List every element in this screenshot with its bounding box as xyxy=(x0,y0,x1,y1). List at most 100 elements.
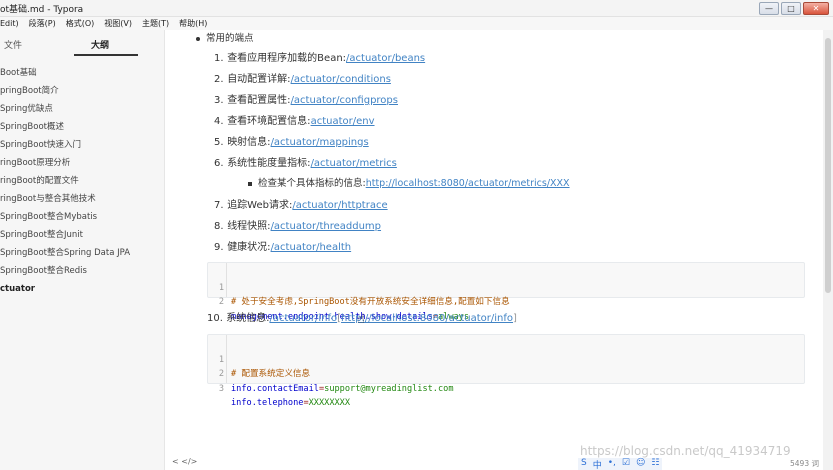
code-line: 2 management.endpoint.health.show-detail… xyxy=(208,281,804,322)
list-item: 1. 查看应用程序加载的Bean:/actuator/beans xyxy=(214,49,425,64)
code-block[interactable]: 1 # 处于安全考虑,SpringBoot没有开放系统安全详细信息,配置如下信息… xyxy=(207,262,805,322)
tab-files[interactable]: 文件 xyxy=(4,38,22,51)
list-number: 7. xyxy=(214,200,224,211)
list-number: 4. xyxy=(214,116,224,127)
metrics-url-link[interactable]: http://localhost:8080/actuator/metrics/X… xyxy=(366,178,570,189)
list-number: 3. xyxy=(214,95,224,106)
list-item: 5. 映射信息:/actuator/mappings xyxy=(214,133,369,148)
endpoint-link[interactable]: /actuator/health xyxy=(271,242,352,253)
sub-item-text: 检查某个具体指标的信息: xyxy=(258,178,366,189)
outline-item[interactable]: ringBoot原理分析 xyxy=(0,154,130,172)
active-tab-indicator xyxy=(74,54,138,56)
list-text: 查看配置属性: xyxy=(227,95,291,106)
outline-item[interactable]: SpringBoot概述 xyxy=(0,118,130,136)
list-text: 健康状况: xyxy=(227,242,271,253)
list-item: 9. 健康状况:/actuator/health xyxy=(214,238,351,253)
outline-item[interactable]: pringBoot简介 xyxy=(0,82,130,100)
outline-item[interactable]: ringBoot的配置文件 xyxy=(0,172,130,190)
menu-edit[interactable]: Edit) xyxy=(0,19,19,28)
code-comment: # 处于安全考虑,SpringBoot没有开放系统安全详细信息,配置如下信息 xyxy=(231,297,510,307)
ime-toolbar: S 中 •, ☑ ☺ ☷ xyxy=(578,458,663,470)
endpoint-link[interactable]: /actuator/threaddump xyxy=(271,221,381,232)
ime-checkbox-icon[interactable]: ☑ xyxy=(622,458,630,470)
info-link[interactable]: /actuator/info xyxy=(269,313,337,324)
endpoint-link[interactable]: /actuator/beans xyxy=(346,53,425,64)
list-number: 2. xyxy=(214,74,224,85)
list-item: 4. 查看环境配置信息:actuator/env xyxy=(214,112,375,127)
maximize-button[interactable]: □ xyxy=(781,2,801,15)
outline-list: Boot基础 pringBoot简介 Spring优缺点 SpringBoot概… xyxy=(0,64,130,298)
menu-theme[interactable]: 主题(T) xyxy=(142,18,169,29)
list-text: 自动配置详解: xyxy=(227,74,291,85)
minimize-button[interactable]: — xyxy=(759,2,779,15)
outline-item[interactable]: SpringBoot整合Junit xyxy=(0,226,130,244)
list-number: 6. xyxy=(214,158,224,169)
endpoint-link[interactable]: /actuator/conditions xyxy=(291,74,391,85)
outline-item[interactable]: Spring优缺点 xyxy=(0,100,130,118)
list-text: 映射信息: xyxy=(227,137,271,148)
watermark-text: https://blog.csdn.net/qq_41934719 xyxy=(580,444,791,458)
sidebar-tabs: 文件 大纲 xyxy=(0,30,164,58)
code-key: info.contactEmail xyxy=(231,383,319,394)
list-item: 8. 线程快照:/actuator/threaddump xyxy=(214,217,381,232)
sub-bullet xyxy=(248,181,252,186)
code-key: info.telephone xyxy=(231,398,304,408)
hand-cursor-icon: ☝ xyxy=(357,312,365,327)
code-block[interactable]: 1 # 配置系统定义信息 2 info.contactEmail=support… xyxy=(207,334,805,409)
menu-format[interactable]: 格式(O) xyxy=(66,18,95,29)
code-line: 1 # 配置系统定义信息 xyxy=(208,338,804,380)
list-number: 8. xyxy=(214,221,224,232)
endpoint-link[interactable]: actuator/env xyxy=(311,116,375,127)
list-number: 9. xyxy=(214,242,224,253)
bullet-item: 常用的端点 xyxy=(196,30,254,44)
source-mode-toggle[interactable]: < </> xyxy=(172,457,197,466)
line-number: 2 xyxy=(218,297,224,307)
code-value: XXXXXXXX xyxy=(308,398,351,408)
list-text: 追踪Web请求: xyxy=(227,200,293,211)
menu-bar: Edit) 段落(P) 格式(O) 视图(V) 主题(T) 帮助(H) xyxy=(0,17,833,30)
sub-list-item: 检查某个具体指标的信息:http://localhost:8080/actuat… xyxy=(248,175,570,189)
ime-chinese-mode[interactable]: 中 xyxy=(593,458,602,470)
vertical-scrollbar[interactable] xyxy=(823,30,833,470)
menu-help[interactable]: 帮助(H) xyxy=(179,18,207,29)
list-number: 10. xyxy=(207,313,223,324)
endpoint-link[interactable]: /actuator/httptrace xyxy=(292,200,387,211)
outline-item[interactable]: SpringBoot整合Spring Data JPA xyxy=(0,244,130,262)
bullet-dot xyxy=(196,36,200,41)
list-item: 6. 系统性能度量指标:/actuator/metrics xyxy=(214,154,397,169)
outline-item-active[interactable]: ctuator xyxy=(0,280,130,298)
word-count[interactable]: 5493 词 xyxy=(790,458,819,469)
editor-content[interactable]: 常用的端点 1. 查看应用程序加载的Bean:/actuator/beans 2… xyxy=(166,30,823,470)
outline-item[interactable]: SpringBoot整合Mybatis xyxy=(0,208,130,226)
list-item: 3. 查看配置属性:/actuator/configprops xyxy=(214,91,398,106)
list-item: 2. 自动配置详解:/actuator/conditions xyxy=(214,70,391,85)
close-button[interactable]: ✕ xyxy=(803,2,829,15)
list-number: 1. xyxy=(214,53,224,64)
menu-view[interactable]: 视图(V) xyxy=(104,18,132,29)
endpoint-link[interactable]: /actuator/metrics xyxy=(311,158,397,169)
list-item: 7. 追踪Web请求:/actuator/httptrace xyxy=(214,196,388,211)
info-url-link[interactable]: http://localhost:8080/actuator/info xyxy=(341,313,513,324)
code-line: 3 info.telephone=XXXXXXXX xyxy=(208,367,804,409)
code-line: 2 info.contactEmail=support@myreadinglis… xyxy=(208,353,804,394)
link-bracket-close: ] xyxy=(513,313,517,324)
ime-logo-icon[interactable]: S xyxy=(581,458,587,470)
endpoint-link[interactable]: /actuator/mappings xyxy=(271,137,369,148)
scrollbar-thumb[interactable] xyxy=(825,38,831,293)
outline-item[interactable]: SpringBoot快速入门 xyxy=(0,136,130,154)
ime-punctuation-icon[interactable]: •, xyxy=(608,458,616,470)
list-text: 系统性能度量指标: xyxy=(227,158,311,169)
code-line: 1 # 处于安全考虑,SpringBoot没有开放系统安全详细信息,配置如下信息 xyxy=(208,266,804,308)
ime-grid-icon[interactable]: ☷ xyxy=(651,458,659,470)
outline-item[interactable]: ringBoot与整合其他技术 xyxy=(0,190,130,208)
menu-paragraph[interactable]: 段落(P) xyxy=(29,18,56,29)
outline-item[interactable]: SpringBoot整合Redis xyxy=(0,262,130,280)
sidebar: 文件 大纲 Boot基础 pringBoot简介 Spring优缺点 Sprin… xyxy=(0,30,165,470)
tab-outline[interactable]: 大纲 xyxy=(91,38,109,51)
endpoint-link[interactable]: /actuator/configprops xyxy=(291,95,398,106)
list-text: 系统信息: xyxy=(226,313,270,324)
window-title: ot基础.md - Typora xyxy=(0,5,84,15)
ime-emoji-icon[interactable]: ☺ xyxy=(636,458,645,470)
line-number: 3 xyxy=(218,383,224,394)
outline-item[interactable]: Boot基础 xyxy=(0,64,130,82)
